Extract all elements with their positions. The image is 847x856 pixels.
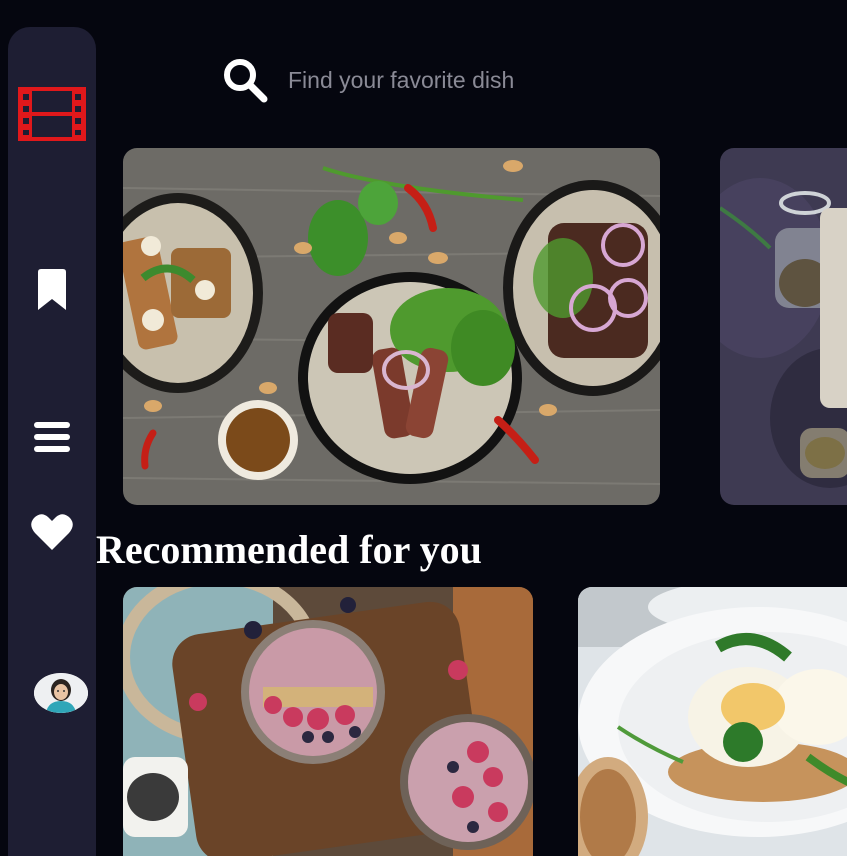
section-title: Recommended for you: [96, 527, 482, 572]
search-icon[interactable]: [222, 57, 268, 103]
featured-card[interactable]: [123, 148, 660, 505]
avatar[interactable]: [34, 673, 88, 713]
search-input[interactable]: [288, 60, 742, 100]
menu-icon: [34, 422, 70, 452]
food-photo: [123, 148, 660, 505]
bookmark-icon: [38, 269, 66, 310]
search-bar: [222, 56, 742, 104]
food-photo: [720, 148, 847, 505]
menu-button[interactable]: [30, 417, 74, 457]
logo-button[interactable]: [18, 87, 86, 141]
recommended-card[interactable]: [123, 587, 533, 856]
avatar-icon: [34, 673, 88, 713]
sidebar: [8, 27, 96, 856]
recommended-card[interactable]: [578, 587, 847, 856]
favorites-button[interactable]: [28, 509, 76, 555]
heart-icon: [31, 514, 73, 550]
food-photo: [123, 587, 533, 856]
featured-card[interactable]: [720, 148, 847, 505]
bookmarks-button[interactable]: [32, 267, 72, 313]
food-photo: [578, 587, 847, 856]
film-icon: [18, 87, 86, 141]
